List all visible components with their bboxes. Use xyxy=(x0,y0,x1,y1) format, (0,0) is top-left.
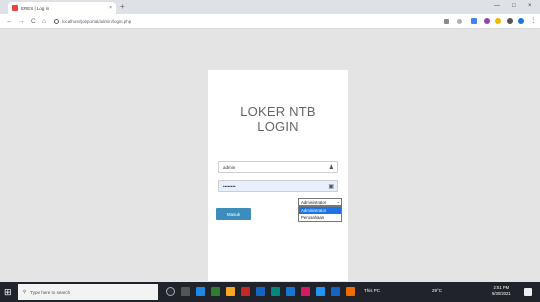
tray-label[interactable]: This PC xyxy=(364,288,380,293)
login-title: LOGIN xyxy=(257,119,299,134)
browser-tab[interactable]: ERES | Log in × xyxy=(8,2,116,14)
cortana-icon[interactable] xyxy=(166,287,175,296)
username-field[interactable]: ♟ xyxy=(218,161,338,173)
lock-icon: ▣ xyxy=(328,184,334,190)
search-icon: ⚲ xyxy=(23,289,27,294)
task-view-icon[interactable] xyxy=(181,287,190,296)
menu-icon[interactable]: ⋮ xyxy=(530,16,537,25)
password-input[interactable] xyxy=(219,181,329,192)
extensions-puzzle-icon[interactable] xyxy=(507,18,513,24)
browser-tabstrip: ERES | Log in × + — □ × xyxy=(0,0,540,14)
extension-icon[interactable] xyxy=(495,18,501,24)
app-icon[interactable] xyxy=(346,287,355,296)
address-bar[interactable]: localhost/jobportal/admin/login.php xyxy=(54,16,434,27)
weather-readout[interactable]: 29°C xyxy=(432,288,442,293)
login-submit-button[interactable]: Masuk xyxy=(216,208,251,220)
login-heading: LOKER NTB LOGIN xyxy=(208,104,348,134)
role-selected-value: Administrator xyxy=(301,199,327,205)
back-button[interactable]: ← xyxy=(6,17,13,26)
key-icon[interactable] xyxy=(444,19,449,24)
minimize-button[interactable]: — xyxy=(494,1,500,11)
user-icon: ♟ xyxy=(328,165,334,171)
page-content: LOKER NTB LOGIN ♟ ▣ Masuk Administrator … xyxy=(0,29,540,282)
maximize-button[interactable]: □ xyxy=(512,1,516,11)
os-taskbar: ⊞ ⚲ Type here to search This PC 29°C 2:5… xyxy=(0,282,540,302)
vscode-icon[interactable] xyxy=(286,287,295,296)
file-explorer-icon[interactable] xyxy=(226,287,235,296)
role-option-perusahaan[interactable]: Perusahaan xyxy=(299,214,341,221)
edge-icon[interactable] xyxy=(196,287,205,296)
login-card: LOKER NTB LOGIN ♟ ▣ Masuk Administrator … xyxy=(208,70,348,281)
username-input[interactable] xyxy=(219,162,329,173)
chevron-down-icon: ⌄ xyxy=(336,199,340,204)
extension-icon[interactable] xyxy=(471,18,477,24)
tab-close-icon[interactable]: × xyxy=(109,5,112,11)
chrome-icon[interactable] xyxy=(271,287,280,296)
taskbar-clock[interactable]: 2:51 PM 9/30/2021 xyxy=(492,285,511,297)
forward-button[interactable]: → xyxy=(18,17,25,26)
app-icon[interactable] xyxy=(316,287,325,296)
star-icon[interactable] xyxy=(457,19,462,24)
new-tab-button[interactable]: + xyxy=(120,2,125,12)
tab-title: ERES | Log in xyxy=(21,5,50,11)
extension-icon[interactable] xyxy=(484,18,490,24)
notifications-icon[interactable] xyxy=(524,288,532,296)
role-dropdown-list: Administrator Perusahaan xyxy=(298,206,342,222)
brand-title: LOKER NTB xyxy=(240,104,316,119)
app-icon[interactable] xyxy=(211,287,220,296)
url-text: localhost/jobportal/admin/login.php xyxy=(62,19,132,24)
browser-toolbar: ← → C ⌂ localhost/jobportal/admin/login.… xyxy=(0,14,540,29)
reload-button[interactable]: C xyxy=(31,17,36,26)
word-icon[interactable] xyxy=(331,287,340,296)
app-icon[interactable] xyxy=(301,287,310,296)
profile-avatar[interactable] xyxy=(518,18,524,24)
clock-date: 9/30/2021 xyxy=(492,291,511,296)
close-window-button[interactable]: × xyxy=(528,1,532,11)
app-icon[interactable] xyxy=(241,287,250,296)
site-info-icon[interactable] xyxy=(54,19,59,24)
windows-start-icon[interactable]: ⊞ xyxy=(4,288,12,297)
role-option-administrator[interactable]: Administrator xyxy=(299,207,341,214)
password-field[interactable]: ▣ xyxy=(218,180,338,192)
taskbar-search-placeholder: Type here to search xyxy=(30,289,71,295)
app-icon[interactable] xyxy=(256,287,265,296)
taskbar-search-box[interactable]: ⚲ Type here to search xyxy=(18,284,158,300)
role-select[interactable]: Administrator ⌄ xyxy=(298,198,342,206)
home-button[interactable]: ⌂ xyxy=(42,17,46,26)
site-favicon-icon xyxy=(12,5,18,11)
